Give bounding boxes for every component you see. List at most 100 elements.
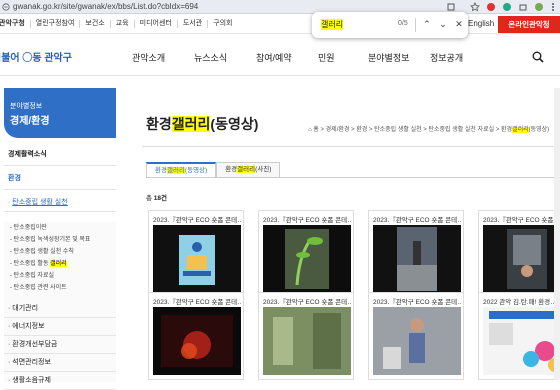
- thumbnail-image: [397, 227, 437, 291]
- card-thumbnail[interactable]: [153, 307, 241, 375]
- sub-item-1-label: 탄소중립이란: [13, 225, 47, 231]
- total-label: 총: [146, 195, 152, 202]
- gnb-item-disclosure[interactable]: 정보공개: [430, 51, 463, 64]
- tab-photo[interactable]: 환경갤러리(사진): [216, 162, 281, 178]
- bookmark-icon[interactable]: [470, 2, 480, 12]
- site-info-icon[interactable]: [2, 3, 10, 11]
- util-link-gwanak[interactable]: 관악구청: [0, 20, 31, 28]
- util-link-council[interactable]: 구의회: [208, 20, 237, 28]
- browser-toolbar: gwanak.go.kr/site/gwanak/ex/bbs/List.do?…: [0, 0, 560, 14]
- sub-item-3-label: 탄소중립 생활 실천 수칙: [13, 249, 74, 255]
- gallery-card[interactable]: 2022 관악 김.탄.패! 환경…: [478, 292, 560, 380]
- sub-item-1[interactable]: - 탄소중립이란: [4, 222, 116, 234]
- gnb-item-civil[interactable]: 민원: [318, 51, 335, 64]
- sidebar-item-noise-label: 생활소음규제: [12, 377, 51, 384]
- thumbnail-image: [373, 307, 461, 375]
- extensions-icon[interactable]: [446, 2, 456, 12]
- sub-item-4-highlight: 갤러리: [50, 261, 67, 267]
- more-menu-icon[interactable]: [548, 2, 558, 12]
- sub-item-2[interactable]: - 탄소중립 녹색성장기본 및 목표: [4, 234, 116, 246]
- logo-text: 더불어 ◯동 관악구: [0, 53, 72, 64]
- find-close-icon[interactable]: ✕: [452, 17, 466, 31]
- gnb-item-intro[interactable]: 관악소개: [132, 51, 165, 64]
- card-title[interactable]: 2023.『관악구 ECO 숏폼 콘테…: [483, 214, 560, 224]
- util-link-media[interactable]: 미디어센터: [135, 20, 178, 28]
- thumbnail-image: [263, 307, 351, 375]
- card-thumbnail[interactable]: [153, 225, 241, 293]
- page-scrollbar[interactable]: [554, 88, 560, 380]
- gallery-card[interactable]: 2023.『관악구 ECO 숏폼 콘테…: [148, 210, 244, 298]
- tab-photo-post: (사진): [255, 166, 272, 173]
- page-title-pre: 환경: [146, 116, 172, 132]
- card-thumbnail[interactable]: [263, 307, 351, 375]
- sub-item-2-label: 탄소중립 녹색성장기본 및 목표: [13, 237, 91, 243]
- card-title[interactable]: 2023.『관악구 ECO 숏폼 콘테…: [153, 296, 241, 306]
- site-logo[interactable]: 더불어 ◯동 관악구: [0, 46, 72, 66]
- thumbnail-image: [179, 235, 215, 285]
- card-title[interactable]: 2023.『관악구 ECO 숏폼 콘테…: [263, 214, 351, 224]
- sidebar-item-economy-news[interactable]: 경제활력소식: [4, 144, 116, 166]
- util-link-education[interactable]: 교육: [111, 20, 135, 28]
- card-title[interactable]: 2023.『관악구 ECO 숏폼 콘테…: [263, 296, 351, 306]
- card-title[interactable]: 2023.『관악구 ECO 숏폼 콘테…: [373, 214, 461, 224]
- gallery-card[interactable]: 2023.『관악구 ECO 숏폼 콘테…: [368, 210, 464, 298]
- puzzle-icon[interactable]: [518, 2, 528, 12]
- util-link-health[interactable]: 보건소: [80, 20, 111, 28]
- sub-item-4-active[interactable]: - 탄소중립 활동 갤러리: [4, 258, 116, 270]
- sidebar-item-asbestos[interactable]: · 석면관리정보: [4, 354, 116, 372]
- sidebar-item-env-charge-label: 환경개선부담금: [12, 341, 58, 348]
- gallery-card[interactable]: 2023.『관악구 ECO 숏폼 콘테…: [258, 210, 354, 298]
- sidebar-item-carbon-neutral[interactable]: · 탄소중립 생활 실천: [4, 194, 116, 212]
- sidebar-item-energy-label: 에너지정보: [12, 323, 45, 330]
- thumbnail-image: [161, 315, 233, 367]
- find-query-input[interactable]: 갤러리: [321, 19, 344, 30]
- card-thumbnail[interactable]: [373, 307, 461, 375]
- tab-underline: [146, 177, 560, 178]
- title-divider: [142, 146, 560, 147]
- sidebar-header: 분야별정보 경제/환경: [4, 88, 116, 138]
- sidebar-item-env-charge[interactable]: · 환경개선부담금: [4, 336, 116, 354]
- gnb-item-participation[interactable]: 참여/예약: [256, 51, 292, 64]
- gallery-tabs: 환경갤러리(동영상) 환경갤러리(사진): [146, 162, 281, 178]
- sub-item-6[interactable]: - 탄소중립 관련 사이트: [4, 282, 116, 294]
- card-thumbnail[interactable]: [483, 225, 560, 293]
- online-gwanak-button[interactable]: 온라인관악청: [498, 16, 560, 33]
- sidebar-item-air[interactable]: · 대기관리: [4, 300, 116, 318]
- gnb-item-field-info[interactable]: 분야별정보: [368, 51, 409, 64]
- gnb-item-news[interactable]: 뉴스소식: [194, 51, 227, 64]
- find-separator: [415, 18, 416, 32]
- sidebar-item-environment[interactable]: 환경: [4, 168, 116, 190]
- sidebar-title: 경제/환경: [10, 116, 50, 127]
- sub-item-5[interactable]: - 탄소중립 자료실: [4, 270, 116, 282]
- gallery-card[interactable]: 2023.『관악구 ECO 숏폼 콘테…: [478, 210, 560, 298]
- sidebar-item-energy[interactable]: · 에너지정보: [4, 318, 116, 336]
- find-match-count: 0/5: [398, 20, 408, 27]
- extension-green-icon[interactable]: [502, 2, 512, 12]
- thumbnail-image: [285, 229, 329, 289]
- find-prev-icon[interactable]: ⌃: [420, 17, 434, 31]
- card-title[interactable]: 2022 관악 김.탄.패! 환경…: [483, 296, 560, 306]
- english-link[interactable]: English: [468, 19, 494, 28]
- sub-item-6-label: 탄소중립 관련 사이트: [13, 285, 67, 291]
- card-thumbnail[interactable]: [263, 225, 351, 293]
- card-title[interactable]: 2023.『관악구 ECO 숏폼 콘테…: [373, 296, 461, 306]
- gallery-card[interactable]: 2023.『관악구 ECO 숏폼 콘테…: [368, 292, 464, 380]
- extension-red-icon[interactable]: [486, 2, 496, 12]
- global-nav: 더불어 ◯동 관악구 관악소개 뉴스소식 참여/예약 민원 분야별정보 정보공개: [0, 34, 560, 76]
- sub-item-3[interactable]: - 탄소중립 생활 실천 수칙: [4, 246, 116, 258]
- gallery-card[interactable]: 2023.『관악구 ECO 숏폼 콘테…: [148, 292, 244, 380]
- tab-video[interactable]: 환경갤러리(동영상): [146, 162, 217, 178]
- find-next-icon[interactable]: ⌄: [436, 17, 450, 31]
- tab-video-post: (동영상): [184, 167, 208, 174]
- gallery-card[interactable]: 2023.『관악구 ECO 숏폼 콘테…: [258, 292, 354, 380]
- card-title[interactable]: 2023.『관악구 ECO 숏폼 콘테…: [153, 214, 241, 224]
- util-link-participation[interactable]: 열린구정참여: [31, 20, 81, 28]
- card-thumbnail[interactable]: [483, 307, 560, 375]
- search-icon[interactable]: [532, 51, 544, 63]
- page-title-highlight: 갤러리: [171, 116, 211, 132]
- sidebar-item-noise[interactable]: · 생활소음규제: [4, 372, 116, 390]
- card-thumbnail[interactable]: [373, 225, 461, 293]
- profile-icon[interactable]: [534, 2, 544, 12]
- total-count: 총 18건: [146, 192, 167, 202]
- util-link-library[interactable]: 도서관: [178, 20, 209, 28]
